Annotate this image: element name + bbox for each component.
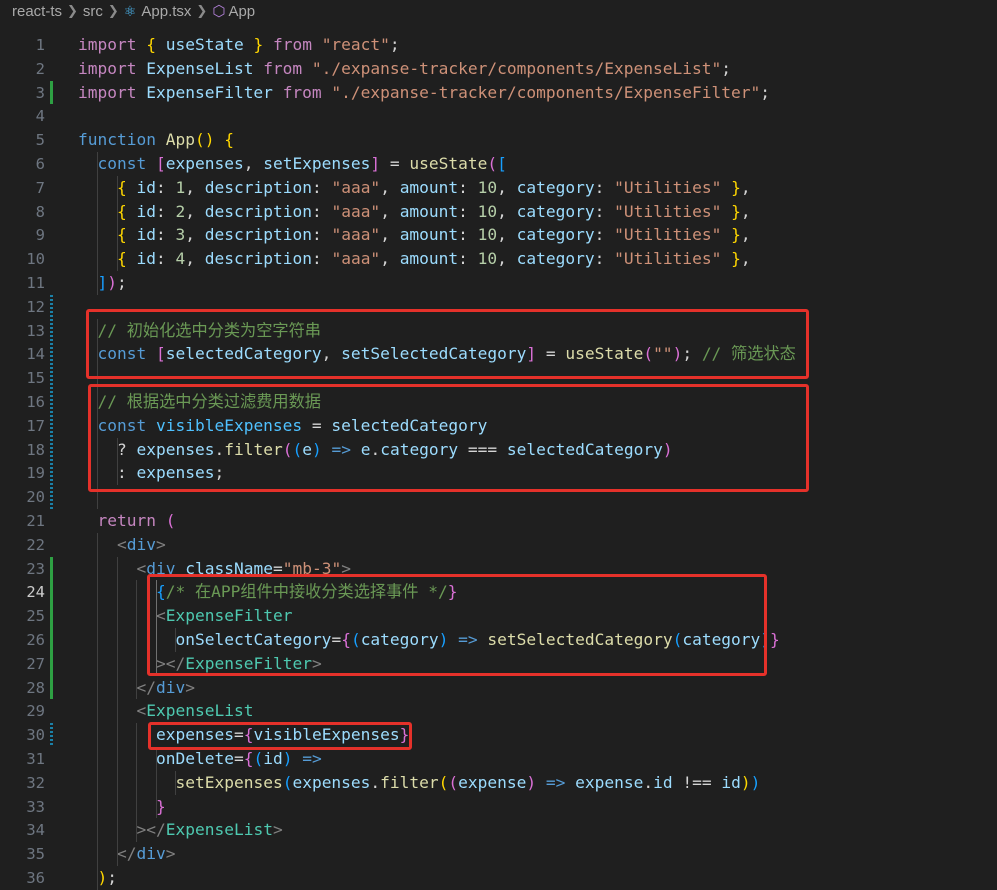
line-number: 8 — [35, 202, 45, 221]
react-icon: ⚛ — [123, 2, 137, 19]
diff-modified-marker — [50, 723, 53, 747]
line-number: 28 — [26, 678, 45, 697]
code-line[interactable]: { id: 2, description: "aaa", amount: 10,… — [78, 200, 751, 224]
diff-added-marker — [50, 556, 53, 700]
line-number: 5 — [35, 131, 45, 150]
indent-guide — [116, 175, 118, 271]
breadcrumb: react-ts ❯ src ❯ ⚛ App.tsx ❯ ⬡ App — [0, 0, 997, 22]
highlight-box-expenses-prop — [148, 722, 412, 750]
chevron-right-icon: ❯ — [196, 3, 208, 18]
line-number: 11 — [26, 274, 45, 292]
line-number: 32 — [26, 773, 45, 792]
diff-modified-marker — [50, 294, 53, 509]
line-number: 4 — [35, 107, 45, 126]
code-line[interactable]: import ExpenseList from "./expanse-track… — [78, 57, 731, 81]
highlight-box-selected-category-state — [86, 309, 809, 379]
code-line[interactable]: setExpenses(expenses.filter((expense) =>… — [78, 771, 761, 795]
indent-guide — [136, 723, 138, 843]
code-line[interactable]: function App() { — [78, 128, 234, 152]
indent-guide — [155, 747, 157, 819]
line-number: 17 — [26, 416, 45, 435]
code-line[interactable]: ></ExpenseList> — [78, 818, 283, 842]
code-line[interactable]: ]); — [78, 271, 127, 295]
line-number: 31 — [26, 750, 45, 768]
line-number: 27 — [26, 654, 45, 673]
code-line[interactable]: { id: 4, description: "aaa", amount: 10,… — [78, 247, 751, 271]
breadcrumb-src[interactable]: src — [83, 3, 103, 20]
line-number: 26 — [26, 631, 45, 649]
line-number: 7 — [35, 178, 45, 197]
code-line[interactable]: <div> — [78, 533, 166, 557]
code-line[interactable]: onDelete={(id) => — [78, 747, 322, 771]
line-number: 6 — [35, 155, 45, 173]
line-number: 25 — [26, 607, 45, 626]
line-number: 29 — [26, 702, 45, 721]
line-number: 33 — [26, 797, 45, 816]
line-number: 1 — [35, 36, 45, 54]
code-line[interactable]: import ExpenseFilter from "./expanse-tra… — [78, 81, 770, 105]
code-line[interactable]: { id: 3, description: "aaa", amount: 10,… — [78, 223, 751, 247]
line-number: 35 — [26, 845, 45, 864]
line-number: 15 — [26, 369, 45, 388]
line-number: 30 — [26, 726, 45, 745]
line-number: 9 — [35, 226, 45, 245]
line-number: 24 — [26, 583, 45, 602]
chevron-right-icon: ❯ — [107, 3, 119, 18]
line-number: 2 — [35, 59, 45, 78]
line-number: 21 — [26, 512, 45, 530]
indent-guide — [97, 152, 99, 295]
line-number: 36 — [26, 869, 45, 887]
line-number: 19 — [26, 464, 45, 483]
breadcrumb-app-symbol[interactable]: App — [228, 3, 255, 20]
code-line[interactable]: </div> — [78, 842, 176, 866]
code-line[interactable]: const [expenses, setExpenses] = useState… — [78, 152, 507, 176]
code-line[interactable]: { id: 1, description: "aaa", amount: 10,… — [78, 176, 751, 200]
component-symbol-icon: ⬡ — [212, 3, 226, 20]
line-number: 13 — [26, 321, 45, 340]
diff-added-marker — [50, 80, 53, 105]
indent-guide — [97, 532, 99, 890]
line-number: 18 — [26, 440, 45, 459]
breadcrumb-react-ts[interactable]: react-ts — [12, 3, 62, 20]
line-number: 34 — [26, 821, 45, 840]
line-number: 3 — [35, 83, 45, 102]
code-line[interactable]: } — [78, 795, 166, 819]
code-line[interactable]: return ( — [78, 509, 176, 533]
highlight-box-visible-expenses-filter — [88, 384, 809, 492]
line-number: 14 — [26, 345, 45, 364]
line-number: 16 — [26, 393, 45, 411]
breadcrumb-app-tsx[interactable]: App.tsx — [141, 3, 191, 20]
line-number: 10 — [26, 250, 45, 269]
code-line[interactable]: import { useState } from "react"; — [78, 33, 400, 57]
indent-guide — [136, 580, 138, 700]
code-line[interactable]: <ExpenseList — [78, 699, 254, 723]
line-number: 22 — [26, 535, 45, 554]
chevron-right-icon: ❯ — [67, 3, 78, 18]
indent-guide — [116, 556, 118, 866]
indent-guide — [175, 770, 176, 795]
highlight-box-expense-filter-usage — [147, 574, 767, 676]
line-number: 20 — [26, 488, 45, 507]
line-number: 23 — [26, 559, 45, 578]
line-number: 12 — [26, 297, 45, 316]
